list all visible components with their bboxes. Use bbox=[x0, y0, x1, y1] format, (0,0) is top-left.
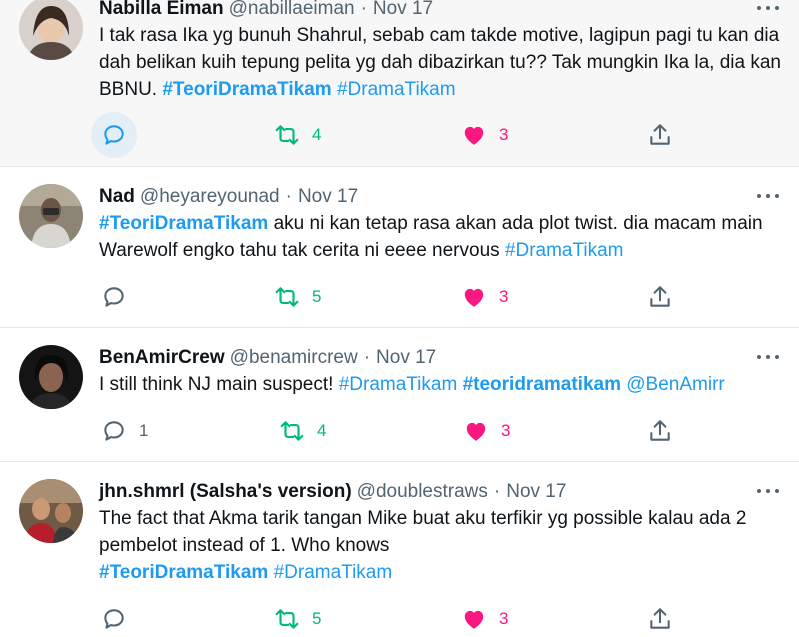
like-count: 3 bbox=[499, 609, 509, 628]
avatar-image bbox=[19, 479, 83, 543]
tweet-body: I still think NJ main suspect! bbox=[99, 374, 339, 395]
display-name[interactable]: Nad bbox=[99, 186, 135, 207]
tweet[interactable]: Nabilla Eiman @nabillaeiman · Nov 17 I tak … bbox=[0, 0, 799, 167]
share-button[interactable] bbox=[647, 601, 673, 637]
retweet-icon bbox=[275, 125, 299, 145]
share-icon bbox=[650, 420, 670, 441]
separator: · bbox=[360, 0, 367, 19]
more-icon[interactable] bbox=[757, 191, 779, 201]
share-icon bbox=[650, 124, 670, 145]
retweet-count: 4 bbox=[312, 125, 322, 144]
share-icon bbox=[650, 286, 670, 307]
tweet-actions: 1 4 3 bbox=[99, 413, 785, 449]
share-button[interactable] bbox=[647, 279, 673, 315]
like-button[interactable]: 3 bbox=[461, 279, 508, 315]
avatar[interactable] bbox=[19, 345, 83, 409]
tweet-date[interactable]: Nov 17 bbox=[376, 347, 436, 368]
avatar-image bbox=[19, 345, 83, 409]
separator: · bbox=[363, 347, 371, 368]
avatar-image bbox=[19, 184, 83, 248]
separator: · bbox=[285, 186, 292, 207]
tweet-actions: 5 3 bbox=[99, 601, 785, 637]
tweet[interactable]: BenAmirCrew @benamircrew · Nov 17 I still t… bbox=[0, 328, 799, 462]
share-icon bbox=[650, 608, 670, 629]
hashtag-link[interactable]: #DramaTikam bbox=[274, 562, 393, 583]
user-handle[interactable]: @heyareyounad bbox=[140, 186, 280, 207]
tweet[interactable]: jhn.shmrl (Salsha's version) @doublestraw… bbox=[0, 462, 799, 637]
like-button[interactable]: 3 bbox=[463, 413, 510, 449]
reply-button[interactable] bbox=[101, 279, 127, 315]
retweet-button[interactable]: 5 bbox=[274, 279, 321, 315]
reply-button[interactable] bbox=[91, 112, 137, 158]
display-name[interactable]: jhn.shmrl (Salsha's version) bbox=[99, 481, 352, 502]
heart-icon bbox=[466, 422, 486, 441]
share-button[interactable] bbox=[647, 413, 673, 449]
more-icon[interactable] bbox=[757, 3, 779, 13]
retweet-button[interactable]: 5 bbox=[274, 601, 321, 637]
retweet-icon bbox=[275, 287, 299, 307]
tweet-date[interactable]: Nov 17 bbox=[298, 186, 358, 207]
hashtag-link[interactable]: #DramaTikam bbox=[337, 79, 456, 100]
reply-button[interactable] bbox=[101, 601, 127, 637]
hashtag-link[interactable]: #DramaTikam bbox=[339, 374, 458, 395]
tweet-body: The fact that Akma tarik tangan Mike bua… bbox=[99, 508, 747, 556]
avatar[interactable] bbox=[19, 479, 83, 543]
tweet-text: I still think NJ main suspect! #DramaTik… bbox=[99, 371, 785, 398]
reply-button[interactable]: 1 bbox=[101, 413, 148, 449]
tweet-feed: Nabilla Eiman @nabillaeiman · Nov 17 I tak … bbox=[0, 0, 799, 637]
more-icon[interactable] bbox=[757, 352, 779, 362]
hashtag-link[interactable]: #TeoriDramaTikam bbox=[99, 562, 268, 583]
retweet-icon bbox=[280, 421, 304, 441]
hashtag-link[interactable]: #TeoriDramaTikam bbox=[162, 79, 331, 100]
retweet-button[interactable]: 4 bbox=[274, 117, 321, 153]
tweet-text: #TeoriDramaTikam aku ni kan tetap rasa a… bbox=[99, 210, 785, 264]
user-handle[interactable]: @nabillaeiman bbox=[229, 0, 355, 19]
like-button[interactable]: 3 bbox=[461, 601, 508, 637]
display-name[interactable]: Nabilla Eiman bbox=[99, 0, 224, 19]
hashtag-link[interactable]: #TeoriDramaTikam bbox=[99, 213, 268, 234]
user-handle[interactable]: @benamircrew bbox=[230, 347, 358, 368]
hashtag-link[interactable]: #teoridramatikam bbox=[463, 374, 621, 395]
reply-icon bbox=[104, 421, 124, 441]
share-button[interactable] bbox=[647, 117, 673, 153]
avatar[interactable] bbox=[19, 184, 83, 248]
avatar-image bbox=[19, 0, 83, 60]
like-count: 3 bbox=[501, 421, 511, 440]
tweet-actions: 5 3 bbox=[99, 279, 785, 315]
retweet-count: 5 bbox=[312, 287, 322, 306]
reply-icon bbox=[104, 609, 124, 629]
retweet-count: 5 bbox=[312, 609, 322, 628]
tweet-date[interactable]: Nov 17 bbox=[373, 0, 433, 19]
tweet-text: I tak rasa Ika yg bunuh Shahrul, sebab c… bbox=[99, 22, 785, 103]
mention-link[interactable]: @BenAmirr bbox=[626, 374, 724, 395]
reply-icon bbox=[104, 287, 124, 307]
tweet[interactable]: Nad @heyareyounad · Nov 17 #TeoriDramaTikam… bbox=[0, 167, 799, 328]
display-name[interactable]: BenAmirCrew bbox=[99, 347, 225, 368]
reply-count: 1 bbox=[139, 421, 149, 440]
more-icon[interactable] bbox=[757, 486, 779, 496]
heart-icon bbox=[464, 288, 484, 307]
retweet-icon bbox=[275, 609, 299, 629]
avatar[interactable] bbox=[19, 0, 83, 60]
like-button[interactable]: 3 bbox=[461, 117, 508, 153]
heart-icon bbox=[464, 610, 484, 629]
tweet-date[interactable]: Nov 17 bbox=[506, 481, 566, 502]
like-count: 3 bbox=[499, 287, 509, 306]
tweet-actions: 4 3 bbox=[91, 112, 785, 158]
tweet-text: The fact that Akma tarik tangan Mike bua… bbox=[99, 505, 785, 586]
like-count: 3 bbox=[499, 125, 509, 144]
user-handle[interactable]: @doublestraws bbox=[357, 481, 488, 502]
retweet-count: 4 bbox=[317, 421, 327, 440]
hashtag-link[interactable]: #DramaTikam bbox=[505, 240, 624, 261]
heart-icon bbox=[464, 126, 484, 145]
retweet-button[interactable]: 4 bbox=[279, 413, 326, 449]
reply-icon bbox=[104, 125, 124, 145]
separator: · bbox=[493, 481, 501, 502]
